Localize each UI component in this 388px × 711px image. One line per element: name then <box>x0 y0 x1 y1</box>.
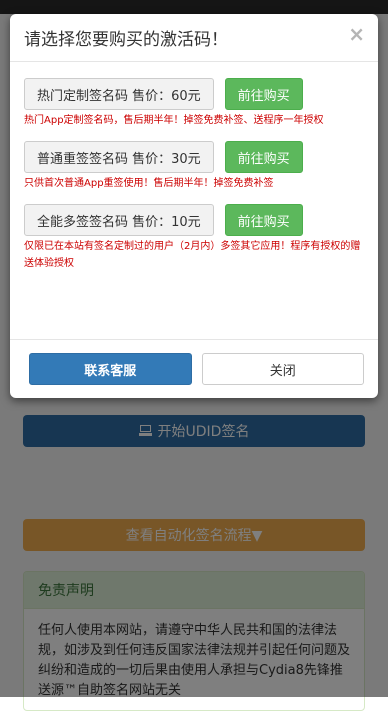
close-icon[interactable]: × <box>348 24 365 44</box>
buy-button[interactable]: 前往购买 <box>224 204 303 236</box>
buy-button[interactable]: 前往购买 <box>224 141 303 173</box>
close-button[interactable]: 关闭 <box>201 353 364 385</box>
item-note: 热门App定制签名码，售后期半年！掉签免费补签、送程序一年授权 <box>24 115 324 126</box>
contact-support-button[interactable]: 联系客服 <box>29 353 192 385</box>
modal-title: 请选择您要购买的激活码！ <box>24 30 228 50</box>
price-label: 全能多签签名码 售价：10元 <box>24 204 214 236</box>
item-note: 只供首次普通App重签使用！售后期半年！掉签免费补签 <box>24 178 274 189</box>
modal-body: 热门定制签名码 售价：60元 前往购买 热门App定制签名码，售后期半年！掉签免… <box>10 62 378 339</box>
product-item-normal-resign: 普通重签签名码 售价：30元 前往购买 只供首次普通App重签使用！售后期半年！… <box>24 141 364 192</box>
price-label: 热门定制签名码 售价：60元 <box>24 78 214 110</box>
modal-header: 请选择您要购买的激活码！ × <box>10 14 378 62</box>
product-item-multi-sign: 全能多签签名码 售价：10元 前往购买 仅限已在本站有签名定制过的用户（2月内）… <box>24 204 364 272</box>
purchase-modal: 请选择您要购买的激活码！ × 热门定制签名码 售价：60元 前往购买 热门App… <box>10 14 378 398</box>
modal-footer: 联系客服 关闭 <box>10 339 378 398</box>
item-note: 仅限已在本站有签名定制过的用户（2月内）多签其它应用！程序有授权的赠送体验授权 <box>24 241 361 269</box>
buy-button[interactable]: 前往购买 <box>224 78 303 110</box>
price-label: 普通重签签名码 售价：30元 <box>24 141 214 173</box>
product-item-hot-custom: 热门定制签名码 售价：60元 前往购买 热门App定制签名码，售后期半年！掉签免… <box>24 78 364 129</box>
